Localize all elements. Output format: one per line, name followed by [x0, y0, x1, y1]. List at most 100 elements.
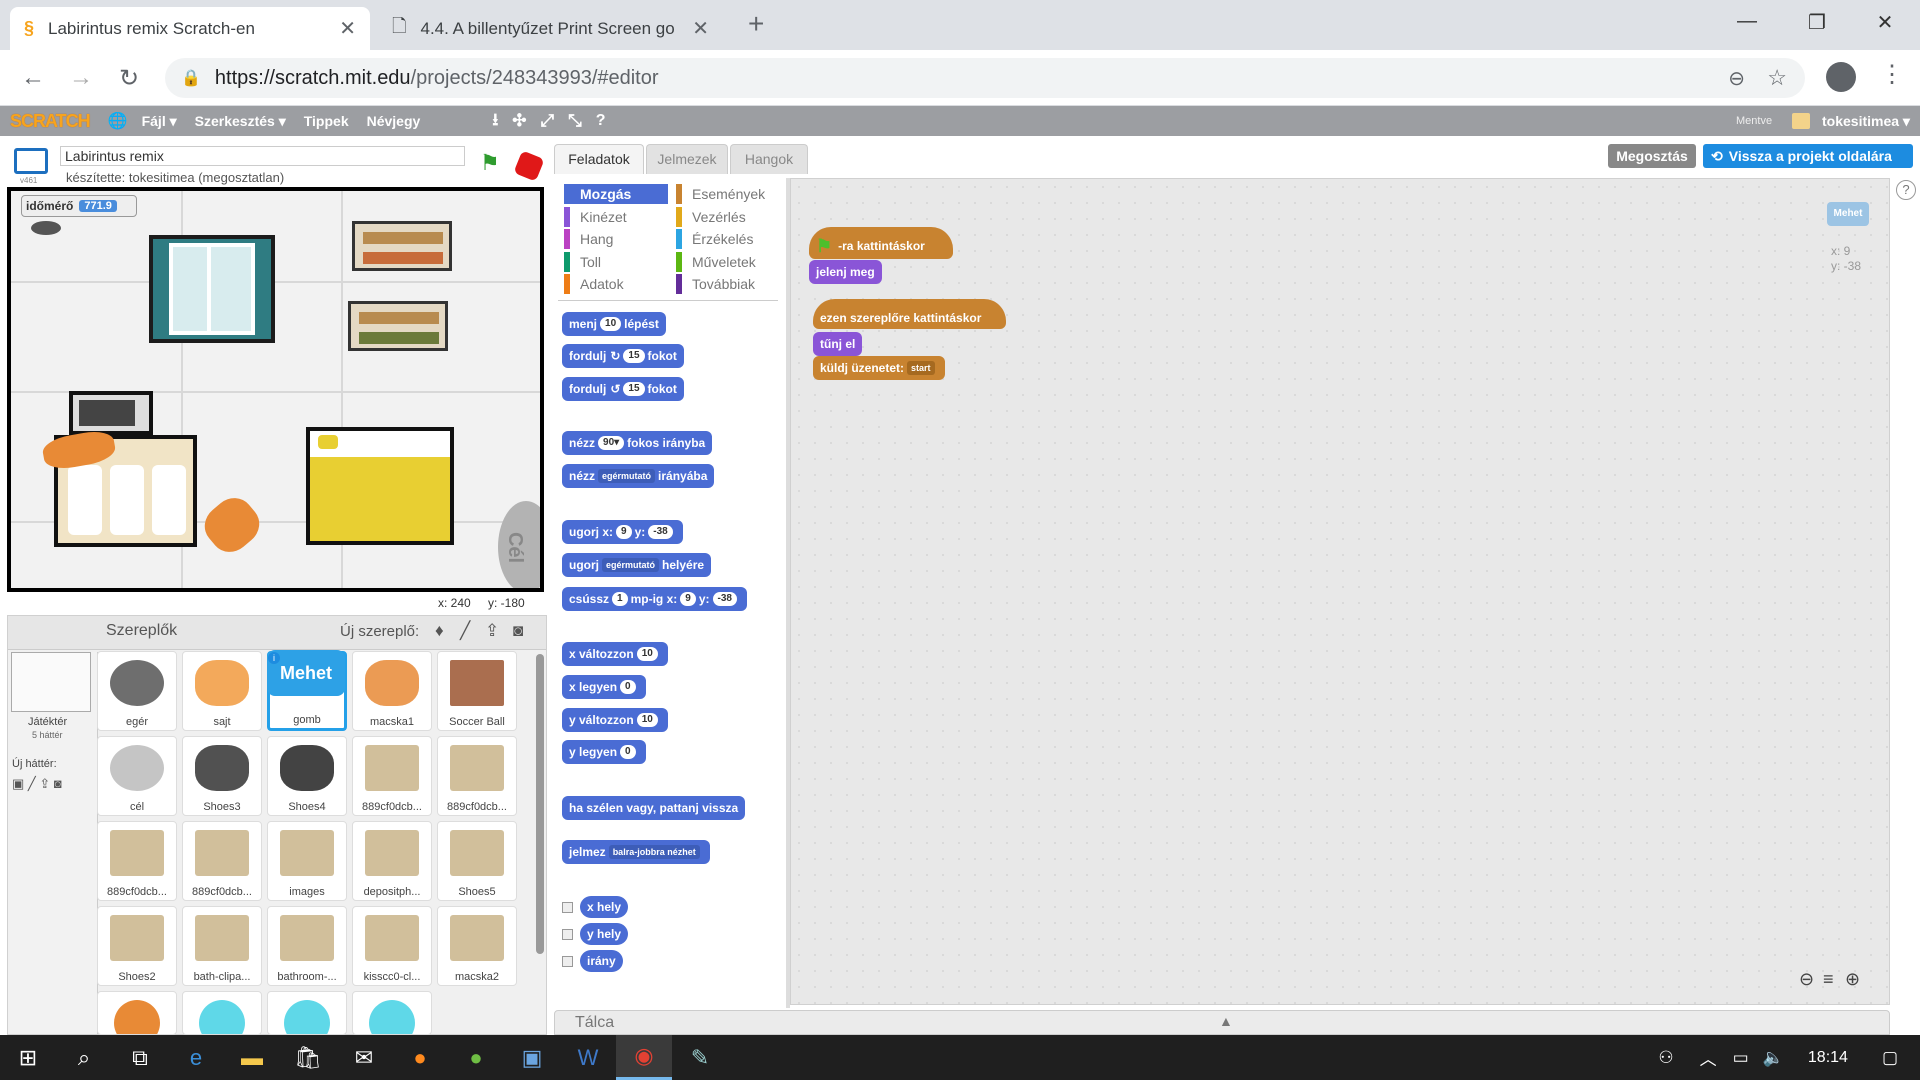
globe-icon[interactable]: 🌐: [108, 111, 128, 131]
category-mozgás[interactable]: Mozgás: [564, 184, 668, 204]
help-icon[interactable]: ?: [596, 112, 606, 130]
scripts-area[interactable]: ⚑ -ra kattintáskor jelenj meg ezen szerep…: [790, 178, 1890, 1005]
sprite-thumbnail[interactable]: Shoes3: [182, 736, 262, 816]
category-vezérlés[interactable]: Vezérlés: [676, 206, 780, 227]
close-tab-icon[interactable]: ✕: [339, 16, 356, 41]
word-icon[interactable]: W: [560, 1035, 616, 1080]
user-menu[interactable]: tokesitimea ▾: [1822, 113, 1910, 130]
sprite-thumbnail[interactable]: kisscc0-cl...: [352, 906, 432, 986]
block-change-y[interactable]: y változzon 10: [562, 708, 668, 732]
category-adatok[interactable]: Adatok: [564, 274, 668, 294]
checkbox-y-position[interactable]: [562, 929, 573, 940]
script-sprite-click-hat[interactable]: ezen szereplőre kattintáskor: [813, 299, 1006, 329]
grow-icon[interactable]: ⤢: [541, 111, 555, 131]
zoom-reset-icon[interactable]: ≡: [1823, 969, 1834, 990]
paint-sprite-icon[interactable]: ╱: [460, 621, 470, 641]
zoom-out-icon[interactable]: ⊖: [1799, 969, 1814, 990]
block-turn-right[interactable]: fordulj ↻ 15 fokot: [562, 344, 684, 368]
utorrent-icon[interactable]: ●: [448, 1035, 504, 1080]
category-hang[interactable]: Hang: [564, 229, 668, 249]
script-broadcast-block[interactable]: küldj üzenetet: start: [813, 356, 945, 380]
profile-avatar-icon[interactable]: [1826, 62, 1856, 92]
file-explorer-icon[interactable]: ▬: [224, 1035, 280, 1080]
menu-file[interactable]: Fájl ▾: [142, 113, 177, 130]
reporter-direction[interactable]: irány: [580, 950, 623, 972]
cheese-sprite[interactable]: [318, 435, 338, 449]
sprite-thumbnail[interactable]: Shoes5: [437, 821, 517, 901]
menu-edit[interactable]: Szerkesztés ▾: [195, 113, 286, 130]
tab-sounds[interactable]: Hangok: [730, 144, 808, 174]
mail-icon[interactable]: ✉: [336, 1035, 392, 1080]
sprite-thumbnail[interactable]: Shoes2: [97, 906, 177, 986]
cat-sprite-2[interactable]: [196, 489, 268, 561]
back-arrow-icon[interactable]: ←: [18, 64, 48, 92]
sprite-thumbnail[interactable]: macska2: [437, 906, 517, 986]
see-project-page-button[interactable]: ⟲ Vissza a projekt oldalára: [1703, 144, 1913, 168]
block-bounce[interactable]: ha szélen vagy, pattanj vissza: [562, 796, 746, 820]
sprite-thumbnail[interactable]: bath-clipa...: [182, 906, 262, 986]
notification-icon[interactable]: ▢: [1882, 1048, 1898, 1068]
volume-icon[interactable]: 🔈: [1763, 1048, 1784, 1068]
sprites-scrollbar[interactable]: [536, 654, 544, 954]
sprite-thumbnail[interactable]: Shoes4: [267, 736, 347, 816]
forward-arrow-icon[interactable]: →: [66, 64, 96, 92]
paint-app-icon[interactable]: ✎: [672, 1035, 728, 1080]
block-goto-xy[interactable]: ugorj x: 9 y: -38: [562, 520, 683, 544]
tab-scratch[interactable]: § Labirintus remix Scratch-en ✕: [10, 7, 370, 50]
url-bar[interactable]: 🔒 https://scratch.mit.edu /projects/2483…: [165, 58, 1805, 98]
project-title-input[interactable]: Labirintus remix: [60, 146, 465, 166]
help-icon[interactable]: ?: [1896, 180, 1916, 200]
script-show-block[interactable]: jelenj meg: [809, 260, 882, 284]
chrome-menu-icon[interactable]: ⋮: [1880, 60, 1904, 89]
reporter-x-position[interactable]: x hely: [580, 896, 629, 918]
stop-sign-icon[interactable]: [513, 150, 545, 182]
library-sprite-icon[interactable]: ♦: [435, 621, 444, 641]
category-kinézet[interactable]: Kinézet: [564, 206, 668, 227]
maximize-button[interactable]: ❐: [1792, 10, 1842, 35]
upload-sprite-icon[interactable]: ⇪: [485, 621, 499, 641]
zoom-icon[interactable]: ⊖: [1728, 66, 1745, 91]
sprite-thumbnail[interactable]: macska1: [352, 651, 432, 731]
fullscreen-icon[interactable]: [14, 148, 48, 174]
tab-scripts[interactable]: Feladatok: [554, 144, 644, 174]
backdrop-tools-icon[interactable]: ▣ ╱ ⇪ ◙: [12, 776, 62, 792]
people-icon[interactable]: ⚇: [1658, 1048, 1673, 1068]
firefox-icon[interactable]: ●: [392, 1035, 448, 1080]
sprite-thumbnail[interactable]: [97, 991, 177, 1035]
reload-icon[interactable]: ↻: [114, 64, 144, 93]
block-goto[interactable]: ugorj egérmutató helyére: [562, 553, 712, 577]
share-button[interactable]: Megosztás: [1608, 144, 1696, 168]
clock[interactable]: 18:14: [1808, 1049, 1848, 1067]
shrink-icon[interactable]: ⤡: [568, 111, 582, 131]
timer-monitor[interactable]: időmérő 771.9: [21, 195, 137, 217]
tray-chevron-icon[interactable]: ︿: [1700, 1045, 1717, 1070]
sprite-thumbnail[interactable]: [352, 991, 432, 1035]
tab-costumes[interactable]: Jelmezek: [646, 144, 728, 174]
edge-icon[interactable]: e: [168, 1035, 224, 1080]
duplicate-icon[interactable]: ⭳: [492, 107, 498, 136]
category-továbbiak[interactable]: Továbbiak: [676, 274, 780, 294]
backpack-bar[interactable]: Tálca ▲: [554, 1010, 1890, 1035]
block-set-y[interactable]: y legyen 0: [562, 740, 646, 764]
sprite-thumbnail[interactable]: Soccer Ball: [437, 651, 517, 731]
info-icon[interactable]: i: [268, 652, 280, 664]
zoom-in-icon[interactable]: ⊕: [1845, 969, 1860, 990]
network-app-icon[interactable]: ▣: [504, 1035, 560, 1080]
checkbox-x-position[interactable]: [562, 902, 573, 913]
close-tab-icon[interactable]: ✕: [692, 16, 709, 41]
sprite-thumbnail[interactable]: depositph...: [352, 821, 432, 901]
stage[interactable]: időmérő 771.9 Cél: [7, 187, 544, 592]
mouse-sprite[interactable]: [31, 221, 61, 235]
category-érzékelés[interactable]: Érzékelés: [676, 229, 780, 249]
cut-icon[interactable]: ✣: [512, 111, 526, 131]
category-toll[interactable]: Toll: [564, 251, 668, 272]
checkbox-direction[interactable]: [562, 956, 573, 967]
scratch-logo[interactable]: SCRATCH: [10, 111, 91, 132]
search-icon[interactable]: ⌕: [56, 1035, 112, 1080]
sprite-thumbnail[interactable]: bathroom-...: [267, 906, 347, 986]
sprite-thumbnail[interactable]: 889cf0dcb...: [352, 736, 432, 816]
menu-tips[interactable]: Tippek: [304, 113, 349, 129]
minimize-button[interactable]: —: [1722, 10, 1772, 33]
block-glide[interactable]: csússz 1 mp-ig x: 9 y: -38: [562, 587, 747, 611]
close-window-button[interactable]: ✕: [1860, 10, 1910, 35]
